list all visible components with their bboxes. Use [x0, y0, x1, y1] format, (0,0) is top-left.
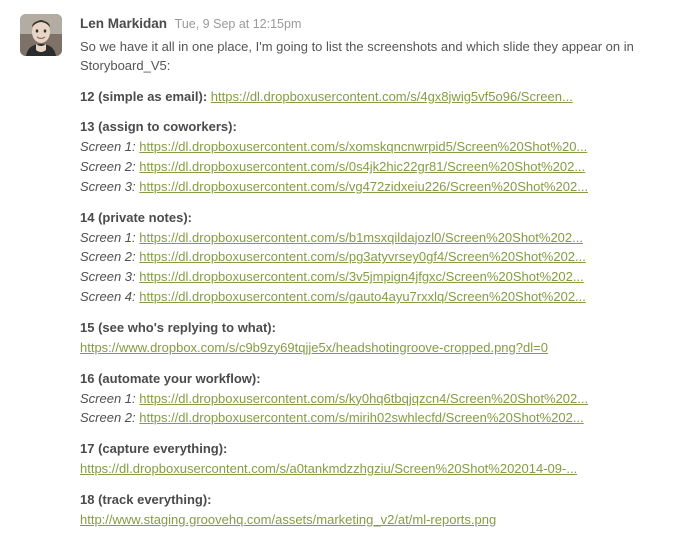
- link-line: https://dl.dropboxusercontent.com/s/a0ta…: [80, 460, 678, 479]
- link-line: Screen 2: https://dl.dropboxusercontent.…: [80, 158, 678, 177]
- section-title: 17 (capture everything):: [80, 441, 227, 456]
- link-line: Screen 1: https://dl.dropboxusercontent.…: [80, 390, 678, 409]
- link-line: Screen 3: https://dl.dropboxusercontent.…: [80, 268, 678, 287]
- section-title: 13 (assign to coworkers):: [80, 119, 237, 134]
- screenshot-link[interactable]: http://www.staging.groovehq.com/assets/m…: [80, 512, 496, 527]
- sections-container: 12 (simple as email): https://dl.dropbox…: [80, 88, 678, 530]
- section-header-line: 18 (track everything):: [80, 491, 678, 510]
- screen-label: Screen 1:: [80, 391, 136, 406]
- screenshot-link[interactable]: https://dl.dropboxusercontent.com/s/gaut…: [139, 289, 586, 304]
- screen-label: Screen 2:: [80, 410, 136, 425]
- screen-label: Screen 1:: [80, 230, 136, 245]
- link-line: http://www.staging.groovehq.com/assets/m…: [80, 511, 678, 530]
- link-line: Screen 1: https://dl.dropboxusercontent.…: [80, 229, 678, 248]
- section-title: 16 (automate your workflow):: [80, 371, 261, 386]
- link-line: Screen 4: https://dl.dropboxusercontent.…: [80, 288, 678, 307]
- section: 14 (private notes): Screen 1: https://dl.…: [80, 209, 678, 307]
- section-header-line: 14 (private notes):: [80, 209, 678, 228]
- section: 17 (capture everything): https://dl.dropb…: [80, 440, 678, 479]
- screenshot-link[interactable]: https://dl.dropboxusercontent.com/s/0s4j…: [139, 159, 585, 174]
- section: 18 (track everything): http://www.staging…: [80, 491, 678, 530]
- author-name: Len Markidan: [80, 16, 167, 31]
- section-title: 18 (track everything):: [80, 492, 212, 507]
- screen-label: Screen 1:: [80, 139, 136, 154]
- section-header-line: 12 (simple as email): https://dl.dropbox…: [80, 88, 678, 107]
- message-timestamp: Tue, 9 Sep at 12:15pm: [175, 17, 302, 31]
- section: 12 (simple as email): https://dl.dropbox…: [80, 88, 678, 107]
- link-line: Screen 2: https://dl.dropboxusercontent.…: [80, 409, 678, 428]
- screenshot-link[interactable]: https://dl.dropboxusercontent.com/s/pg3a…: [139, 249, 586, 264]
- screenshot-link[interactable]: https://dl.dropboxusercontent.com/s/ky0h…: [139, 391, 588, 406]
- section: 15 (see who's replying to what): https://…: [80, 319, 678, 358]
- link-line: Screen 1: https://dl.dropboxusercontent.…: [80, 138, 678, 157]
- chat-message: Len Markidan Tue, 9 Sep at 12:15pm So we…: [0, 0, 690, 551]
- message-header: Len Markidan Tue, 9 Sep at 12:15pm: [80, 14, 678, 34]
- section-title: 12 (simple as email):: [80, 89, 207, 104]
- section: 16 (automate your workflow): Screen 1: ht…: [80, 370, 678, 429]
- avatar: [20, 14, 62, 56]
- section-header-line: 17 (capture everything):: [80, 440, 678, 459]
- screen-label: Screen 4:: [80, 289, 136, 304]
- section: 13 (assign to coworkers): Screen 1: https…: [80, 118, 678, 196]
- screen-label: Screen 3:: [80, 269, 136, 284]
- section-header-line: 13 (assign to coworkers):: [80, 118, 678, 137]
- screenshot-link[interactable]: https://dl.dropboxusercontent.com/s/b1ms…: [139, 230, 583, 245]
- screenshot-link[interactable]: https://dl.dropboxusercontent.com/s/xoms…: [139, 139, 587, 154]
- screenshot-link[interactable]: https://dl.dropboxusercontent.com/s/vg47…: [139, 179, 588, 194]
- screen-label: Screen 3:: [80, 179, 136, 194]
- section-title: 15 (see who's replying to what):: [80, 320, 276, 335]
- screenshot-link[interactable]: https://dl.dropboxusercontent.com/s/miri…: [139, 410, 583, 425]
- screen-label: Screen 2:: [80, 159, 136, 174]
- screen-label: Screen 2:: [80, 249, 136, 264]
- screenshot-link[interactable]: https://dl.dropboxusercontent.com/s/a0ta…: [80, 461, 577, 476]
- intro-text: So we have it all in one place, I'm goin…: [80, 38, 678, 76]
- link-line: https://www.dropbox.com/s/c9b9zy69tqjje5…: [80, 339, 678, 358]
- screenshot-link[interactable]: https://dl.dropboxusercontent.com/s/3v5j…: [139, 269, 583, 284]
- screenshot-link[interactable]: https://www.dropbox.com/s/c9b9zy69tqjje5…: [80, 340, 548, 355]
- screenshot-link[interactable]: https://dl.dropboxusercontent.com/s/4gx8…: [211, 89, 573, 104]
- link-line: Screen 3: https://dl.dropboxusercontent.…: [80, 178, 678, 197]
- section-header-line: 15 (see who's replying to what):: [80, 319, 678, 338]
- link-line: Screen 2: https://dl.dropboxusercontent.…: [80, 248, 678, 267]
- message-content: Len Markidan Tue, 9 Sep at 12:15pm So we…: [80, 14, 678, 531]
- section-title: 14 (private notes):: [80, 210, 192, 225]
- section-header-line: 16 (automate your workflow):: [80, 370, 678, 389]
